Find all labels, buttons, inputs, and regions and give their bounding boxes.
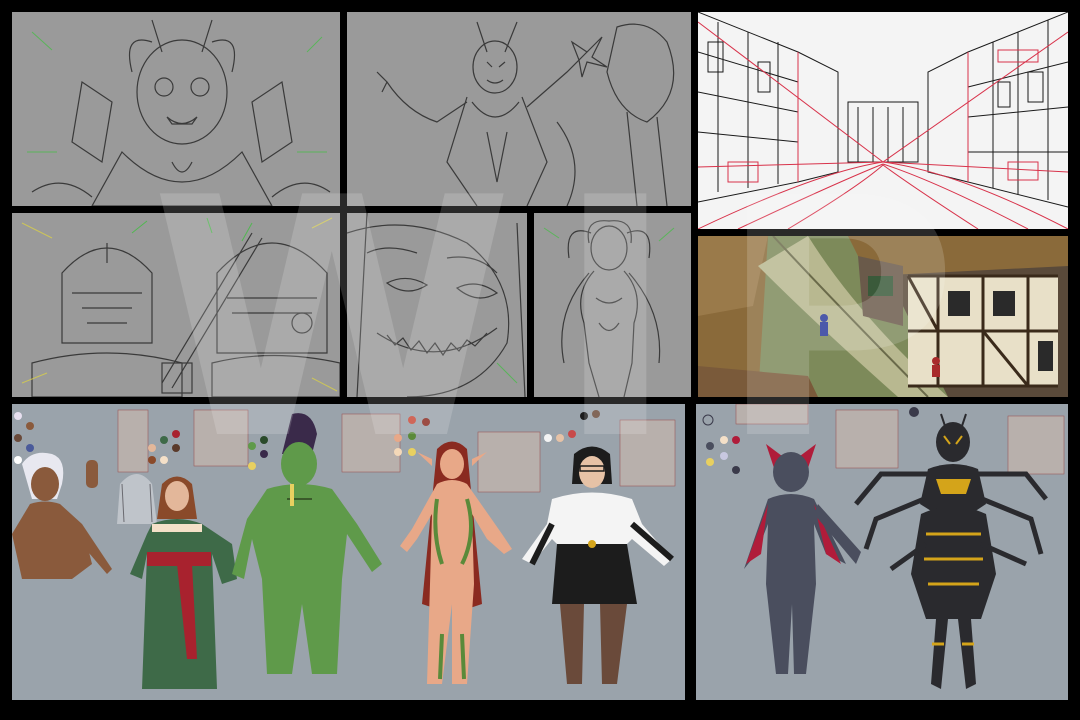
street-layout-drawing [698, 12, 1068, 229]
panel-character-sheet-main [12, 404, 685, 700]
character-bat-girl [744, 444, 861, 674]
panel-knights-sketch [12, 213, 340, 397]
village-render-drawing [698, 236, 1068, 397]
panel-street-layout [698, 12, 1068, 229]
character-dark-elf [12, 452, 112, 579]
horned-girl-sketch-drawing [27, 19, 331, 206]
demon-sketch-drawing [376, 21, 675, 206]
panel-grin-closeup-sketch [347, 213, 527, 397]
pose-sketch-drawing [543, 220, 675, 397]
character-ghost [117, 474, 157, 524]
grin-closeup-sketch-drawing [347, 213, 526, 397]
character-sheet-creatures-drawing [702, 404, 1065, 689]
character-sheet-main-drawing [12, 409, 676, 689]
panel-demon-sketch [347, 12, 691, 206]
panel-horned-girl-sketch [12, 12, 340, 206]
panel-character-sheet-creatures [696, 404, 1068, 700]
panel-pose-sketch [534, 213, 691, 397]
panel-village-render [698, 236, 1068, 397]
knights-sketch-drawing [21, 217, 340, 397]
